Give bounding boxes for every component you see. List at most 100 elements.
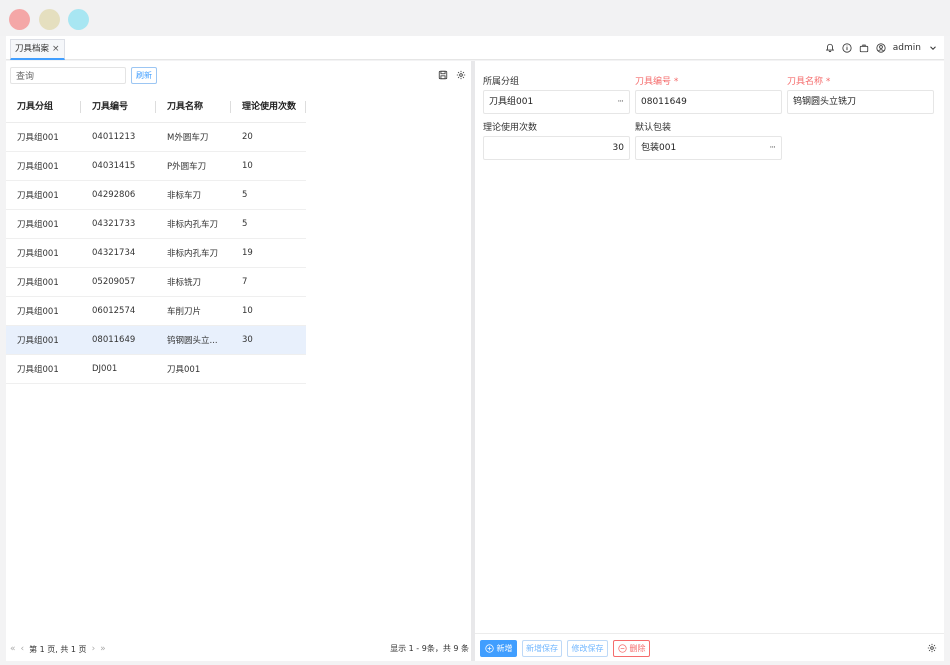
group-field[interactable]: 刀具组001 ··· — [483, 90, 630, 114]
uses-label: 理论使用次数 — [483, 123, 538, 133]
table-cell: 非标铣刀 — [167, 278, 202, 288]
package-field[interactable]: 包装001 ··· — [635, 136, 782, 160]
table-cell: 08011649 — [92, 335, 136, 345]
record-count: 显示 1 - 9条，共 9 条 — [390, 644, 469, 653]
prev-page-icon[interactable]: ‹ — [21, 644, 25, 654]
table-cell: 04011213 — [92, 132, 136, 142]
refresh-button[interactable]: 刷新 — [131, 67, 157, 84]
column-header[interactable]: 刀具分组 — [6, 91, 81, 122]
window-titlebar — [0, 0, 950, 36]
add-save-button[interactable]: 新增保存 — [522, 640, 562, 657]
table-cell: 5 — [242, 190, 248, 200]
table-row[interactable]: 刀具组001 04321734 非标内孔车刀 19 — [6, 239, 306, 268]
first-page-icon[interactable]: « — [10, 644, 16, 654]
table-cell: 04321734 — [92, 248, 136, 258]
tab-label: 刀具档案 — [15, 44, 50, 54]
tab-bar: 刀具档案 × admin — [6, 36, 944, 60]
form-settings-icon[interactable] — [927, 643, 937, 656]
table-cell: 5 — [242, 219, 248, 229]
briefcase-icon[interactable] — [859, 43, 869, 53]
table-cell: 04031415 — [92, 161, 136, 171]
delete-button[interactable]: 删除 — [613, 640, 650, 657]
list-panel: 刷新 刀具分组 刀具编号 刀具名称 理论使用次数 刀具组001 04011213 M… — [6, 61, 471, 661]
table-header: 刀具分组 刀具编号 刀具名称 理论使用次数 — [6, 91, 306, 123]
table-row[interactable]: 刀具组001 04011213 M外圆车刀 20 — [6, 123, 306, 152]
table-cell: 7 — [242, 277, 248, 287]
group-label: 所属分组 — [483, 77, 520, 87]
table-cell: 刀具组001 — [17, 249, 59, 259]
edit-save-button[interactable]: 修改保存 — [567, 640, 608, 657]
save-icon[interactable] — [438, 70, 448, 80]
table-row[interactable]: 刀具组001 06012574 车削刀片 10 — [6, 297, 306, 326]
table-cell: 19 — [242, 248, 253, 258]
column-header[interactable]: 刀具名称 — [156, 91, 231, 122]
close-window-button[interactable] — [9, 9, 30, 30]
table-cell: 刀具组001 — [17, 278, 59, 288]
table-row[interactable]: 刀具组001 DJ001 刀具001 — [6, 355, 306, 384]
delete-label: 删除 — [629, 644, 646, 653]
minus-circle-icon — [617, 644, 627, 653]
header-tools: admin — [825, 36, 938, 60]
name-label: 刀具名称 * — [787, 77, 831, 87]
code-field[interactable]: 08011649 — [635, 90, 782, 114]
info-icon[interactable] — [842, 43, 852, 53]
table-row[interactable]: 刀具组001 04292806 非标车刀 5 — [6, 181, 306, 210]
maximize-window-button[interactable] — [68, 9, 89, 30]
table-cell: 刀具001 — [167, 365, 201, 375]
table-cell: 05209057 — [92, 277, 136, 287]
table-cell: 刀具组001 — [17, 162, 59, 172]
action-bar: 新增 新增保存 修改保存 删除 — [475, 633, 944, 661]
table-cell: 30 — [242, 335, 253, 345]
column-header[interactable]: 理论使用次数 — [231, 91, 306, 122]
table-cell: DJ001 — [92, 364, 118, 374]
plus-circle-icon — [484, 644, 494, 653]
page-info: 第 1 页, 共 1 页 — [29, 644, 87, 654]
table-cell: 刀具组001 — [17, 220, 59, 230]
table-cell: 非标车刀 — [167, 191, 202, 201]
table-row[interactable]: 刀具组001 05209057 非标铣刀 7 — [6, 268, 306, 297]
last-page-icon[interactable]: » — [100, 644, 106, 654]
table-cell: 刀具组001 — [17, 365, 59, 375]
package-value: 包装001 — [641, 143, 677, 153]
table-cell: 非标内孔车刀 — [167, 220, 219, 230]
table-cell: 10 — [242, 161, 253, 171]
code-value: 08011649 — [641, 97, 687, 107]
uses-value: 30 — [612, 143, 624, 153]
package-picker-icon[interactable]: ··· — [769, 137, 776, 159]
table-cell: M外圆车刀 — [167, 133, 209, 143]
next-page-icon[interactable]: › — [92, 644, 96, 654]
table-cell: 06012574 — [92, 306, 136, 316]
chevron-down-icon[interactable] — [928, 43, 938, 53]
code-label: 刀具编号 * — [635, 77, 679, 87]
user-circle-icon[interactable] — [876, 43, 886, 53]
username[interactable]: admin — [893, 43, 921, 53]
add-label: 新增 — [496, 644, 513, 653]
minimize-window-button[interactable] — [39, 9, 60, 30]
name-field[interactable]: 钨钢圆头立铣刀 — [787, 90, 934, 114]
add-button[interactable]: 新增 — [480, 640, 517, 657]
group-value: 刀具组001 — [489, 97, 534, 107]
pagination: « ‹ 第 1 页, 共 1 页 › » — [10, 641, 106, 657]
table-cell: 10 — [242, 306, 253, 316]
tab-tool-archive[interactable]: 刀具档案 × — [10, 39, 65, 60]
table-cell: 04292806 — [92, 190, 136, 200]
table-row[interactable]: 刀具组001 04031415 P外圆车刀 10 — [6, 152, 306, 181]
table-row[interactable]: 刀具组001 08011649 钨钢圆头立... 30 — [6, 326, 306, 355]
table-row[interactable]: 刀具组001 04321733 非标内孔车刀 5 — [6, 210, 306, 239]
table-cell: P外圆车刀 — [167, 162, 207, 172]
detail-form: 所属分组 刀具组001 ··· 刀具编号 * 08011649 刀具名称 * 钨… — [475, 61, 944, 661]
search-input[interactable] — [10, 67, 126, 84]
bell-icon[interactable] — [825, 43, 835, 53]
column-header[interactable]: 刀具编号 — [81, 91, 156, 122]
table-cell: 非标内孔车刀 — [167, 249, 219, 259]
group-picker-icon[interactable]: ··· — [617, 91, 624, 113]
table-cell: 刀具组001 — [17, 133, 59, 143]
uses-field[interactable]: 30 — [483, 136, 630, 160]
package-label: 默认包装 — [635, 123, 672, 133]
table-cell: 刀具组001 — [17, 336, 59, 346]
table-cell: 钨钢圆头立... — [167, 336, 218, 346]
tool-table: 刀具分组 刀具编号 刀具名称 理论使用次数 刀具组001 04011213 M外圆车… — [6, 91, 306, 384]
gear-icon[interactable] — [456, 70, 466, 80]
table-cell: 车削刀片 — [167, 307, 202, 317]
tab-close-icon[interactable]: × — [52, 40, 60, 58]
